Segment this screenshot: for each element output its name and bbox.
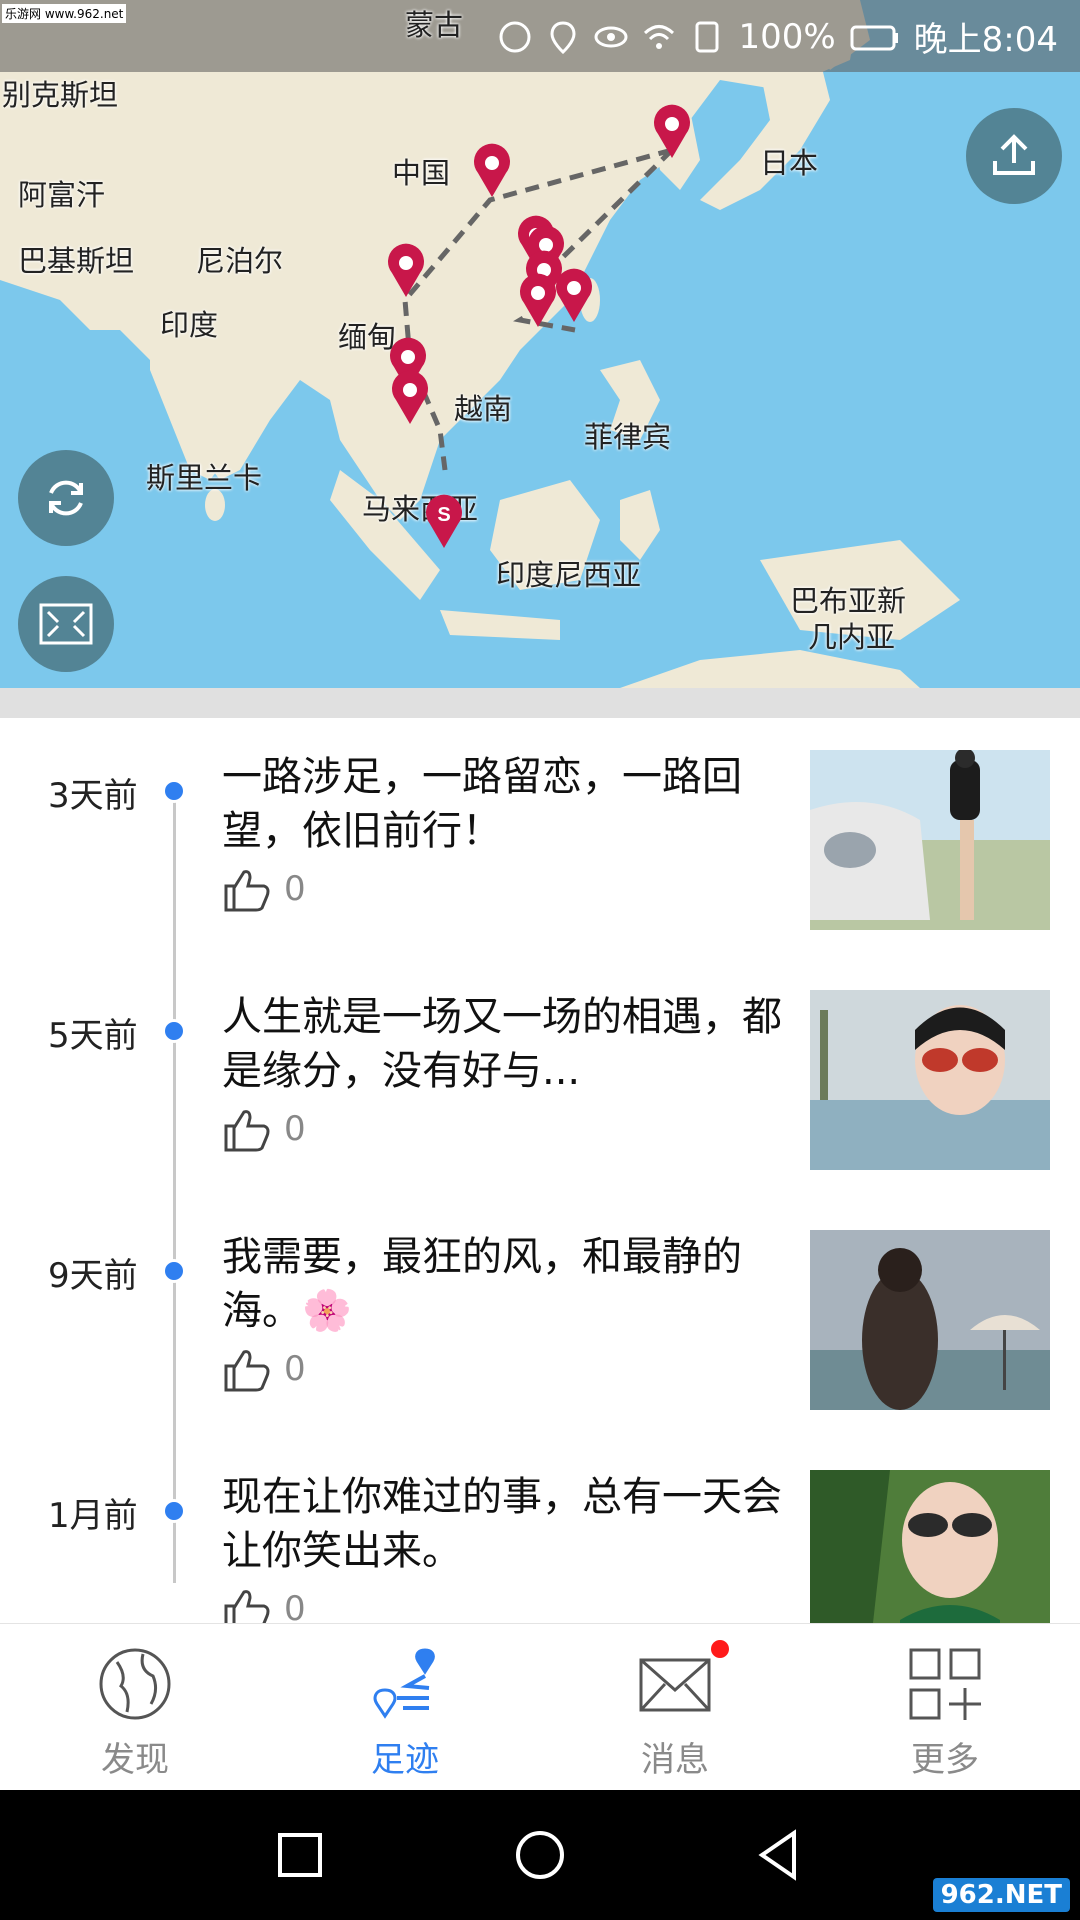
map-pin-korea[interactable]	[652, 104, 692, 160]
grid-plus-icon	[909, 1648, 981, 1720]
footprint-timeline[interactable]: 3天前 一路涉足，一路留恋，一路回望，依旧前行！ 0 5天前 人生就是一场又一场…	[0, 718, 1080, 1623]
map-label-china: 中国	[392, 156, 451, 190]
map-label-vietnam: 越南	[454, 392, 513, 426]
fullscreen-button[interactable]	[18, 576, 114, 672]
like-count: 0	[284, 869, 306, 909]
watermark-logo: 962.NET	[932, 1878, 1070, 1912]
photo-sunglasses-selfie	[810, 990, 1050, 1170]
unread-dot	[711, 1640, 729, 1658]
map-label-sri-lanka: 斯里兰卡	[146, 461, 263, 495]
bottom-navigation: 发现 足迹 消息 更多	[0, 1623, 1080, 1791]
thumbs-up-icon	[224, 1350, 270, 1392]
like-control[interactable]: 0	[222, 866, 306, 912]
recent-apps-button[interactable]	[270, 1825, 330, 1885]
entry-text: 一路涉足，一路留恋，一路回望，依旧前行！	[222, 754, 742, 854]
photo-beach-sunset	[810, 1230, 1050, 1410]
nav-label: 发现	[101, 1740, 169, 1780]
battery-percent: 100%	[738, 16, 836, 57]
nav-label: 消息	[641, 1740, 709, 1780]
timeline-dot	[162, 1019, 186, 1043]
share-upload-button[interactable]	[966, 108, 1062, 204]
map-label-pakistan: 巴基斯坦	[18, 244, 135, 278]
map-pin-hongkong[interactable]	[554, 268, 594, 324]
map-pin-start-singapore[interactable]: S	[424, 494, 464, 550]
nav-label: 足迹	[371, 1740, 439, 1780]
like-count: 0	[284, 1589, 306, 1623]
nav-label: 更多	[911, 1740, 979, 1780]
entry-photo[interactable]	[810, 750, 1050, 930]
entry-text: 现在让你难过的事，总有一天会让你笑出来。	[222, 1474, 782, 1574]
fullscreen-icon	[39, 603, 93, 645]
entry-text: 人生就是一场又一场的相遇，都是缘分，没有好与...	[222, 994, 782, 1094]
map-pin-beijing[interactable]	[472, 143, 512, 199]
section-divider	[0, 688, 1080, 718]
map-label-afghanistan: 阿富汗	[18, 178, 106, 212]
timeline-entry[interactable]: 3天前 一路涉足，一路留恋，一路回望，依旧前行！ 0	[0, 718, 1080, 958]
map-pin-thailand-2[interactable]	[390, 370, 430, 426]
envelope-icon	[639, 1658, 711, 1712]
footprint-route-icon	[373, 1648, 435, 1719]
like-control[interactable]: 0	[222, 1346, 306, 1392]
location-icon	[546, 20, 580, 54]
map-label-papua-new-guinea-2: 几内亚	[808, 620, 896, 654]
home-button[interactable]	[510, 1825, 570, 1885]
entry-date: 3天前	[48, 776, 138, 816]
map-label-uzbekistan: 别克斯坦	[2, 78, 119, 112]
footprint-map[interactable]: 100% 晚上8:04 乐游网 www.962.net 蒙古 别克斯坦 中国 日…	[0, 0, 1080, 688]
nav-tab-more[interactable]: 更多	[855, 1646, 1035, 1781]
globe-icon	[99, 1648, 171, 1720]
upload-icon	[993, 134, 1035, 175]
timeline-dot	[162, 779, 186, 803]
entry-date: 9天前	[48, 1256, 138, 1296]
like-count: 0	[284, 1349, 306, 1389]
battery-icon	[850, 20, 900, 54]
refresh-button[interactable]	[18, 450, 114, 546]
timeline-entry[interactable]: 9天前 我需要，最狂的风，和最静的海。🌸 0	[0, 1198, 1080, 1438]
thumbs-up-icon	[224, 870, 270, 912]
status-bar: 100% 晚上8:04	[0, 0, 1080, 72]
start-marker-label: S	[437, 504, 450, 526]
entry-photo[interactable]	[810, 990, 1050, 1170]
nav-tab-footprint[interactable]: 足迹	[315, 1646, 495, 1781]
timeline-dot	[162, 1499, 186, 1523]
entry-date: 5天前	[48, 1016, 138, 1056]
like-count: 0	[284, 1109, 306, 1149]
eye-icon	[594, 20, 628, 54]
alarm-icon	[498, 20, 532, 54]
refresh-icon	[49, 480, 83, 516]
thumbs-up-icon	[224, 1590, 270, 1623]
like-control[interactable]: 0	[222, 1106, 306, 1152]
system-navigation-bar: 962.NET	[0, 1790, 1080, 1920]
sim-alert-icon	[690, 20, 724, 54]
thumbs-up-icon	[224, 1110, 270, 1152]
photo-car-woman	[810, 750, 1050, 930]
map-label-japan: 日本	[760, 146, 819, 180]
map-pin-guangzhou[interactable]	[518, 273, 558, 329]
like-control[interactable]: 0	[222, 1586, 306, 1623]
photo-green-swimsuit	[810, 1470, 1050, 1623]
entry-photo[interactable]	[810, 1230, 1050, 1410]
wifi-icon	[642, 20, 676, 54]
map-label-india: 印度	[160, 308, 219, 342]
entry-photo[interactable]	[810, 1470, 1050, 1623]
map-label-mongolia: 蒙古	[405, 8, 464, 42]
map-label-philippines: 菲律宾	[584, 420, 672, 454]
map-label-indonesia: 印度尼西亚	[496, 558, 642, 592]
watermark-top: 乐游网 www.962.net	[2, 4, 127, 23]
map-pin-kunming[interactable]	[386, 243, 426, 299]
back-button[interactable]	[750, 1825, 810, 1885]
entry-text: 我需要，最狂的风，和最静的海。🌸	[222, 1234, 742, 1334]
timeline-dot	[162, 1259, 186, 1283]
map-label-nepal: 尼泊尔	[196, 244, 284, 278]
timeline-entry[interactable]: 1月前 现在让你难过的事，总有一天会让你笑出来。 0	[0, 1438, 1080, 1623]
nav-tab-discover[interactable]: 发现	[45, 1646, 225, 1781]
clock-time: 晚上8:04	[913, 20, 1058, 60]
timeline-entry[interactable]: 5天前 人生就是一场又一场的相遇，都是缘分，没有好与... 0	[0, 958, 1080, 1198]
nav-tab-messages[interactable]: 消息	[585, 1640, 765, 1781]
entry-date: 1月前	[48, 1496, 138, 1536]
